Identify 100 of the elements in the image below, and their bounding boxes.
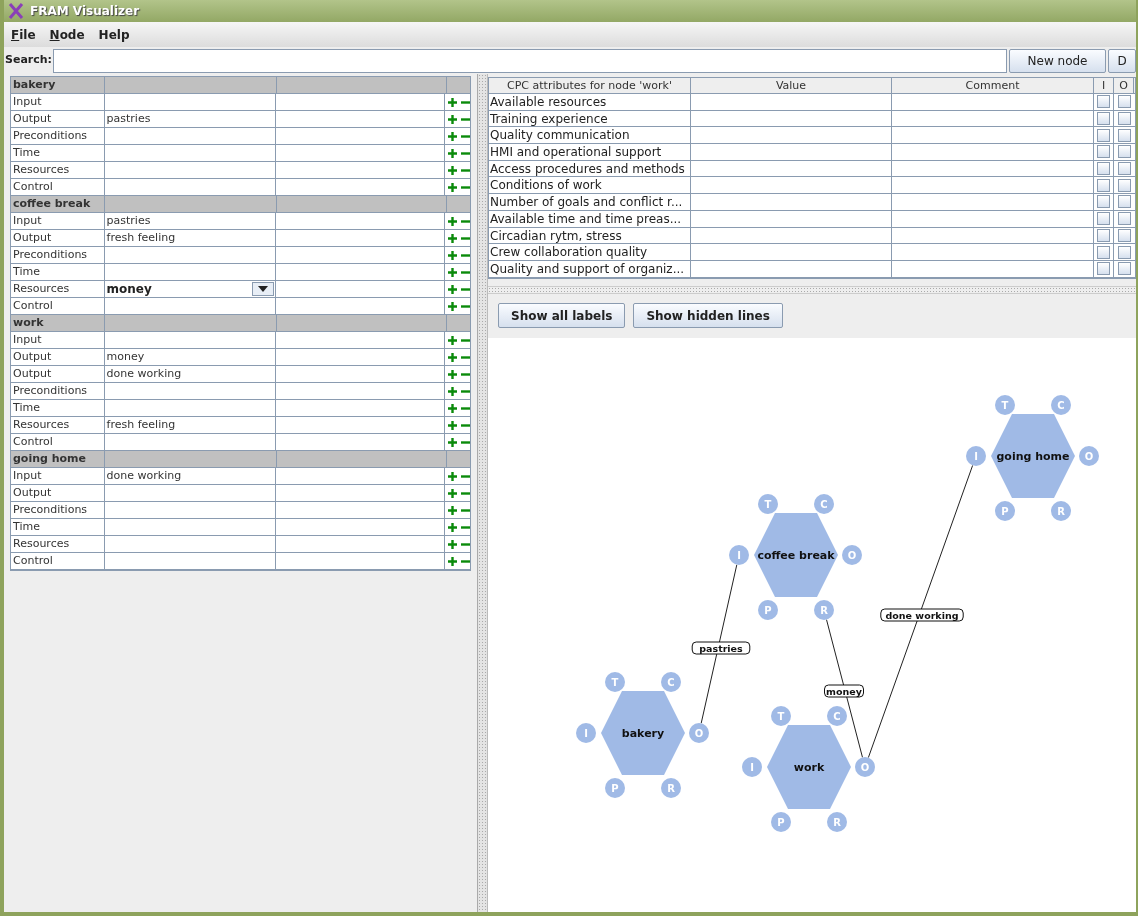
column-header[interactable]: Comment (892, 78, 1094, 93)
menu-item[interactable]: File (11, 25, 36, 44)
attribute-cell: Quality communication (489, 127, 691, 144)
checkbox[interactable] (1117, 145, 1131, 159)
plus-icon[interactable] (448, 403, 457, 413)
column-header[interactable]: O (1114, 78, 1134, 93)
checkbox[interactable] (1097, 228, 1110, 242)
plus-icon[interactable] (448, 539, 457, 549)
function-node[interactable]: coffee break (754, 512, 838, 597)
plus-icon[interactable] (448, 352, 457, 362)
aspect-dropdown[interactable]: money (104, 281, 276, 297)
port-node[interactable]: I (729, 544, 749, 565)
plus-icon[interactable] (448, 505, 457, 515)
port-node[interactable]: I (742, 756, 762, 777)
port-node[interactable]: T (771, 705, 791, 726)
search-field[interactable] (53, 48, 1007, 73)
port-node[interactable]: T (995, 394, 1015, 415)
checkbox[interactable] (1117, 95, 1131, 109)
plus-icon[interactable] (448, 284, 457, 294)
checkbox[interactable] (1117, 112, 1131, 126)
edge-label: pastries (691, 641, 751, 655)
toolbar-button[interactable]: New node (1009, 48, 1106, 73)
attribute-cell: Crew collaboration quality (489, 244, 691, 260)
splitter-handle[interactable] (478, 74, 488, 912)
port-node[interactable]: O (855, 756, 875, 777)
plus-icon[interactable] (448, 114, 457, 124)
plus-icon[interactable] (448, 148, 457, 158)
port-node[interactable]: C (1051, 394, 1071, 415)
toolbar-button[interactable]: D (1108, 48, 1136, 73)
port-node[interactable]: C (814, 493, 834, 514)
checkbox[interactable] (1117, 178, 1131, 192)
port-node[interactable]: R (1051, 500, 1071, 521)
checkbox[interactable] (1117, 128, 1131, 142)
checkbox[interactable] (1117, 212, 1131, 226)
checkbox[interactable] (1097, 195, 1110, 209)
port-node[interactable]: P (758, 599, 778, 620)
column-header[interactable]: I (1094, 78, 1114, 93)
port-node[interactable]: R (827, 811, 847, 832)
checkbox[interactable] (1117, 228, 1131, 242)
checkbox[interactable] (1117, 262, 1131, 276)
checkbox[interactable] (1097, 128, 1110, 142)
plus-icon[interactable] (448, 301, 457, 311)
function-node[interactable]: going home (991, 413, 1075, 498)
checkbox[interactable] (1097, 245, 1110, 259)
menu-item[interactable]: Help (98, 25, 130, 44)
plus-icon[interactable] (448, 250, 457, 260)
plus-icon[interactable] (448, 488, 457, 498)
checkbox[interactable] (1097, 162, 1110, 176)
checkbox[interactable] (1097, 95, 1110, 109)
port-node[interactable]: P (771, 811, 791, 832)
port-node[interactable]: T (758, 493, 778, 514)
aspect-label: Control (11, 298, 105, 314)
checkbox[interactable] (1097, 145, 1110, 159)
port-node[interactable]: P (605, 777, 625, 798)
port-node[interactable]: R (661, 777, 681, 798)
plus-icon[interactable] (448, 182, 457, 192)
plus-icon[interactable] (448, 335, 457, 345)
function-node[interactable]: bakery (601, 690, 685, 775)
plus-icon[interactable] (448, 267, 457, 277)
plus-icon[interactable] (448, 471, 457, 481)
function-node[interactable]: work (767, 724, 851, 809)
attribute-cell: Number of goals and conflict r... (489, 194, 691, 210)
checkbox[interactable] (1117, 162, 1131, 176)
plus-icon[interactable] (448, 522, 457, 532)
port-node[interactable]: O (842, 544, 862, 565)
aspect-label: Output (11, 485, 105, 501)
column-header[interactable]: Value (691, 78, 892, 93)
graph-button[interactable]: Show hidden lines (633, 303, 783, 329)
port-node[interactable]: I (966, 445, 986, 466)
port-node[interactable]: C (827, 705, 847, 726)
plus-icon[interactable] (448, 131, 457, 141)
menu-item[interactable]: Node (49, 25, 85, 44)
plus-icon[interactable] (448, 216, 457, 226)
port-node[interactable]: P (995, 500, 1015, 521)
checkbox[interactable] (1117, 195, 1131, 209)
checkbox[interactable] (1097, 262, 1110, 276)
aspect-label: Output (11, 230, 105, 246)
port-node[interactable]: O (1079, 445, 1099, 466)
checkbox[interactable] (1117, 245, 1131, 259)
port-node[interactable]: I (576, 722, 596, 743)
aspect-value: done working (106, 367, 182, 380)
checkbox[interactable] (1097, 112, 1110, 126)
plus-icon[interactable] (448, 165, 457, 175)
port-node[interactable]: R (814, 599, 834, 620)
plus-icon[interactable] (448, 233, 457, 243)
checkbox[interactable] (1097, 212, 1110, 226)
port-node[interactable]: T (605, 671, 625, 692)
graph-button[interactable]: Show all labels (498, 303, 626, 329)
plus-icon[interactable] (448, 386, 457, 396)
port-node[interactable]: C (661, 671, 681, 692)
plus-icon[interactable] (448, 97, 457, 107)
plus-icon[interactable] (448, 369, 457, 379)
plus-icon[interactable] (448, 556, 457, 566)
plus-icon[interactable] (448, 437, 457, 447)
attribute-cell: Available resources (489, 94, 691, 110)
plus-icon[interactable] (448, 420, 457, 430)
port-node[interactable]: O (689, 722, 709, 743)
checkbox[interactable] (1097, 178, 1110, 192)
splitter-handle[interactable] (488, 285, 1136, 294)
column-header[interactable]: CPC attributes for node 'work' (489, 78, 691, 93)
